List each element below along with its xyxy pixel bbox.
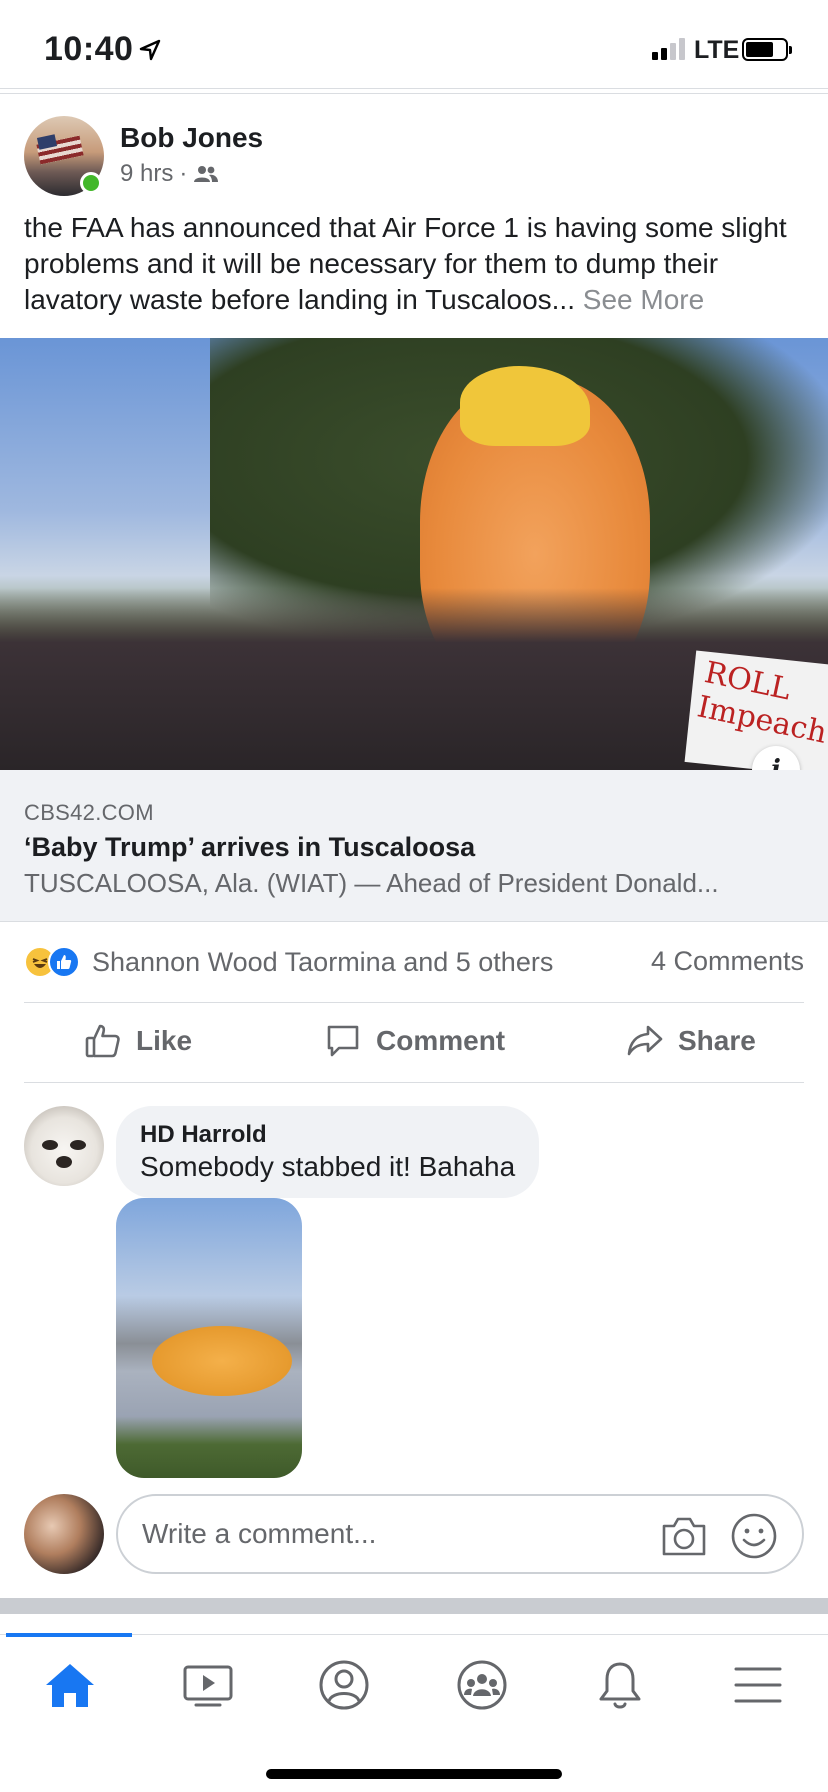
camera-icon[interactable] [660,1514,708,1558]
active-tab-indicator [6,1633,132,1637]
comment-count[interactable]: 4 Comments [651,946,804,977]
share-button[interactable]: Share [626,1022,756,1060]
post-timestamp[interactable]: 9 hrs [120,160,173,188]
signal-strength-icon [652,38,685,60]
link-preview-caption[interactable]: CBS42.COM ‘Baby Trump’ arrives in Tuscal… [0,770,828,922]
dog-eye-graphic [70,1140,86,1150]
meta-separator: · [179,160,188,187]
comment-author[interactable]: HD Harrold [140,1120,515,1150]
status-bar: 10:40 LTE [0,0,828,90]
like-icon [48,946,80,978]
post-body: the FAA has announced that Air Force 1 i… [24,210,804,318]
divider [24,1002,804,1003]
link-description: TUSCALOOSA, Ala. (WIAT) — Ahead of Presi… [24,868,719,898]
link-preview-image[interactable]: ROLL Impeach [0,338,828,770]
tab-bar [0,1633,828,1792]
emoji-icon[interactable] [730,1512,778,1560]
post-meta: 9 hrs · [120,160,219,188]
reactions-summary[interactable]: Shannon Wood Taormina and 5 others [24,946,553,978]
feed-separator [0,1598,828,1614]
top-divider [0,88,828,94]
network-type: LTE [694,36,740,64]
comment-button[interactable]: Comment [324,1022,505,1060]
online-status-dot [80,172,102,194]
like-button[interactable]: Like [84,1022,192,1060]
location-arrow-icon [139,39,161,61]
comment-input-placeholder: Write a comment... [142,1518,377,1549]
groups-icon[interactable] [452,1659,512,1711]
share-label: Share [678,1025,756,1056]
link-domain: CBS42.COM [24,800,154,825]
profile-icon[interactable] [314,1659,374,1711]
deflated-balloon-graphic [152,1326,292,1396]
notifications-icon[interactable] [590,1659,650,1711]
share-icon [627,1025,663,1056]
commenter-avatar[interactable] [24,1106,104,1186]
like-label: Like [136,1025,193,1056]
friends-icon[interactable] [193,164,219,184]
like-outline-icon [85,1024,120,1058]
dog-nose-graphic [56,1156,72,1168]
comment-input[interactable]: Write a comment... [116,1494,804,1574]
post-author-name[interactable]: Bob Jones [120,122,263,154]
comment-bubble[interactable]: HD Harrold Somebody stabbed it! Bahaha [116,1106,540,1198]
watch-icon[interactable] [178,1659,238,1711]
dog-eye-graphic [42,1140,58,1150]
battery-icon [742,38,792,61]
link-title: ‘Baby Trump’ arrives in Tuscaloosa [24,832,476,862]
home-indicator[interactable] [266,1769,562,1779]
reactors-text[interactable]: Shannon Wood Taormina and 5 others [92,947,553,978]
comment-text: Somebody stabbed it! Bahaha [140,1151,516,1182]
comment-photo[interactable] [116,1198,302,1478]
comment-icon [327,1025,359,1057]
comment-label: Comment [376,1025,506,1056]
current-user-avatar [24,1494,104,1574]
home-icon[interactable] [40,1659,100,1711]
divider [24,1082,804,1083]
status-time: 10:40 [44,30,134,68]
see-more-link[interactable]: See More [583,284,704,315]
menu-icon[interactable] [728,1659,788,1711]
